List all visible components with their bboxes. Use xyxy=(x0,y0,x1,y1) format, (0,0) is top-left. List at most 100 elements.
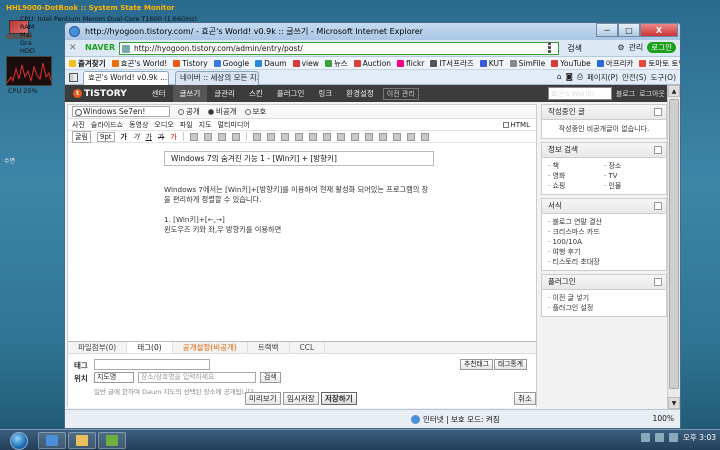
volume-icon[interactable] xyxy=(654,433,664,442)
collapse-icon[interactable] xyxy=(654,202,662,210)
italic-button[interactable]: 가 xyxy=(133,132,139,142)
link-icon[interactable] xyxy=(336,132,345,141)
favorite-item[interactable]: view xyxy=(292,59,319,68)
settings-button[interactable]: 관리 xyxy=(629,42,644,53)
bold-button[interactable]: 가 xyxy=(121,132,127,142)
scroll-thumb[interactable] xyxy=(669,99,679,389)
favorite-item[interactable]: Tistory xyxy=(173,59,208,68)
tistory-menu-item[interactable]: 링크 xyxy=(311,85,339,102)
radio-protected[interactable]: 보호 xyxy=(244,106,266,117)
favorite-item[interactable]: 뉴스 xyxy=(324,58,348,69)
tistory-menu-item[interactable]: 센터 xyxy=(145,85,173,102)
underline-button[interactable]: 가 xyxy=(145,132,151,142)
tag-stats-button[interactable]: 태그통계 xyxy=(494,359,528,370)
editor-tab[interactable]: CCL xyxy=(290,342,326,353)
scroll-down-arrow[interactable]: ▼ xyxy=(668,397,680,409)
sidebar-item[interactable]: · 100/10A xyxy=(548,237,660,247)
sidebar-item[interactable]: · 여행 후기 xyxy=(548,247,660,257)
sidebar-item[interactable]: · 쇼핑 xyxy=(548,181,604,191)
start-button[interactable] xyxy=(4,430,34,450)
align-justify-icon[interactable] xyxy=(231,132,240,141)
tistory-menu-item[interactable]: 플러그인 xyxy=(270,85,312,102)
taskbar-app-button[interactable] xyxy=(98,432,126,449)
menu-safety[interactable]: 안전(S) xyxy=(622,72,646,83)
tistory-menu-item[interactable]: 글쓰기 xyxy=(172,85,208,102)
hr-icon[interactable] xyxy=(378,132,387,141)
tab-active[interactable]: 효곤's World! v0.9k ... xyxy=(83,71,169,85)
tab-naver[interactable]: 네이버 :: 세상의 모든 지... xyxy=(175,71,259,85)
quote-icon[interactable] xyxy=(308,132,317,141)
html-toggle[interactable]: HTML xyxy=(502,121,530,129)
align-right-icon[interactable] xyxy=(217,132,226,141)
collapse-icon[interactable] xyxy=(654,146,662,154)
location-select[interactable]: 지도명 xyxy=(94,372,134,383)
outdent-icon[interactable] xyxy=(294,132,303,141)
undo-icon[interactable] xyxy=(392,132,401,141)
search-button[interactable]: 검색 xyxy=(567,43,582,54)
favorite-item[interactable]: Auction xyxy=(353,59,391,68)
taskbar-ie-button[interactable] xyxy=(38,432,66,449)
location-input[interactable]: 장소/상호명을 입력하세요 xyxy=(138,372,256,383)
editor-tab[interactable]: 태그(0) xyxy=(127,342,173,353)
category-select[interactable]: Windows Se7en! xyxy=(72,106,170,117)
url-input[interactable]: http://hyogoon.tistory.com/admin/entry/p… xyxy=(119,42,559,55)
attach-button[interactable]: 슬라이드쇼 xyxy=(91,120,123,130)
network-icon[interactable] xyxy=(640,433,650,442)
list-ordered-icon[interactable] xyxy=(252,132,261,141)
taskbar-explorer-button[interactable] xyxy=(68,432,96,449)
home-icon[interactable]: ⌂ xyxy=(557,72,562,83)
attach-button[interactable]: 오디오 xyxy=(154,120,173,130)
favorite-item[interactable]: KUT xyxy=(479,59,504,68)
align-left-icon[interactable] xyxy=(189,132,198,141)
cancel-button[interactable]: 취소 xyxy=(514,392,536,405)
favorite-item[interactable]: Google xyxy=(213,59,249,68)
quick-tabs-icon[interactable] xyxy=(69,73,78,82)
post-title-input[interactable]: Windows 7의 숨겨진 기능 1 - [Win키] + [방향키] xyxy=(164,151,434,166)
sidebar-item[interactable]: · 영화 xyxy=(548,171,604,181)
flag-icon[interactable] xyxy=(668,433,678,442)
legacy-admin-button[interactable]: 이전 관리 xyxy=(382,87,419,100)
sidebar-item[interactable]: · 장소 xyxy=(604,161,660,171)
location-search-button[interactable]: 검색 xyxy=(260,372,281,383)
close-icon[interactable]: ✕ xyxy=(69,43,77,53)
favorite-item[interactable]: SimFile xyxy=(509,59,545,68)
login-button[interactable]: 로그인 xyxy=(647,42,676,53)
sidebar-item[interactable]: · 인물 xyxy=(604,181,660,191)
title-bar[interactable]: http://hyogoon.tistory.com/ - 효곤's World… xyxy=(65,23,680,40)
favorite-item[interactable]: YouTube xyxy=(551,59,591,68)
sidebar-item[interactable]: · 이전 글 넣기 xyxy=(548,293,660,303)
favorite-item[interactable]: 토마토 토익 xyxy=(639,58,680,69)
sidebar-item[interactable]: · 플러그인 설정 xyxy=(548,303,660,313)
redo-icon[interactable] xyxy=(406,132,415,141)
preview-button[interactable]: 미리보기 xyxy=(245,392,281,405)
attach-button[interactable]: 파일 xyxy=(180,120,193,130)
sidebar-item[interactable]: · 블로그 연말 결산 xyxy=(548,217,660,227)
minimize-button[interactable]: ─ xyxy=(596,23,618,37)
zoom-level[interactable]: 100% xyxy=(653,414,674,423)
editor-tab[interactable]: 공개설정(비공개) xyxy=(173,342,248,353)
help-icon[interactable] xyxy=(420,132,429,141)
emoticon-icon[interactable] xyxy=(350,132,359,141)
naver-logo[interactable]: NAVER xyxy=(85,43,115,52)
color-button[interactable]: 가 xyxy=(170,132,176,142)
font-select[interactable]: 굴림 xyxy=(72,130,91,143)
tistory-logo[interactable]: t TISTORY xyxy=(73,89,127,99)
collapse-icon[interactable] xyxy=(654,108,662,116)
attach-button[interactable]: 사진 xyxy=(72,120,85,130)
radio-private[interactable]: 비공개 xyxy=(207,106,237,117)
blog-select[interactable]: 효곤's World! v0.9k xyxy=(547,87,612,110)
attach-button[interactable]: 동영상 xyxy=(129,120,148,130)
blog-link[interactable]: 블로그 xyxy=(616,89,635,99)
attach-button[interactable]: 멀티미디어 xyxy=(218,120,250,130)
sidebar-item[interactable]: · 티스토리 초대장 xyxy=(548,257,660,267)
editor-content[interactable]: Windows 7의 숨겨진 기능 1 - [Win키] + [방향키] Win… xyxy=(68,145,536,341)
favorite-item[interactable]: flickr xyxy=(397,59,424,68)
clock[interactable]: 오후 3:03 xyxy=(683,432,716,443)
favorite-item[interactable]: IT서프라즈 xyxy=(430,58,474,69)
favorites-button[interactable]: 즐겨찾기 xyxy=(69,58,106,69)
vertical-scrollbar[interactable]: ▲ ▼ xyxy=(667,85,680,409)
maximize-button[interactable]: □ xyxy=(618,23,640,37)
size-select[interactable]: 9pt xyxy=(96,131,115,142)
recommend-tag-button[interactable]: 추천태그 xyxy=(460,359,494,370)
temp-save-button[interactable]: 임시저장 xyxy=(283,392,319,405)
